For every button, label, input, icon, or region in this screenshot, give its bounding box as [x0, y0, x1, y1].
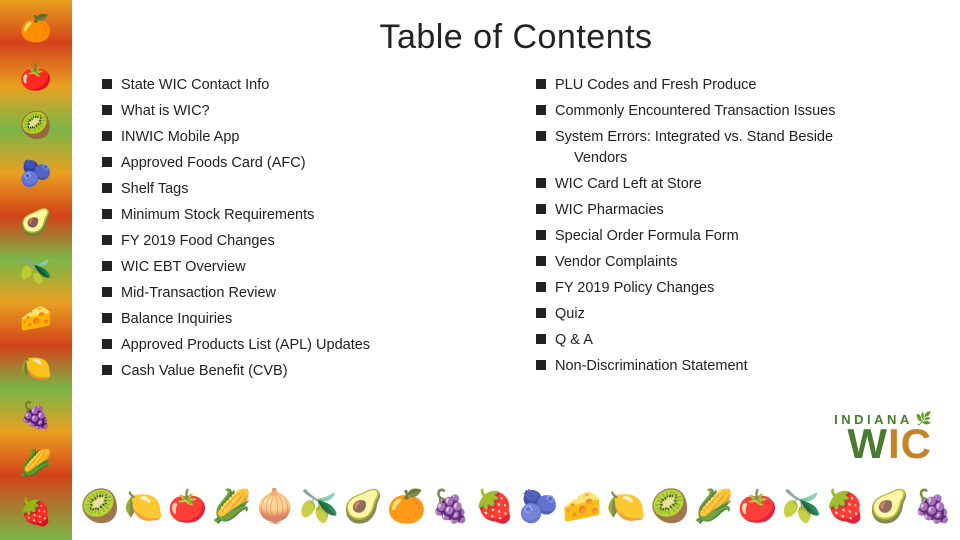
bottom-food-16: 🍅 [738, 487, 778, 525]
bottom-food-2: 🍋 [124, 487, 164, 525]
right-toc-list: PLU Codes and Fresh Produce Commonly Enc… [536, 75, 930, 377]
right-column: PLU Codes and Fresh Produce Commonly Enc… [536, 75, 930, 382]
bullet-icon [102, 209, 112, 219]
bottom-food-5: 🧅 [255, 487, 295, 525]
food-border-left: 🍊 🍅 🥝 🫐 🥑 🫒 🧀 🍋 🍇 🌽 🍓 [0, 0, 72, 540]
bullet-icon [102, 339, 112, 349]
food-icon-2: 🍅 [7, 55, 65, 99]
food-icon-9: 🍇 [7, 393, 65, 437]
bottom-food-7: 🥑 [343, 487, 383, 525]
bullet-icon [102, 261, 112, 271]
bottom-food-13: 🍋 [606, 487, 646, 525]
list-item-food-changes: FY 2019 Food Changes [102, 231, 496, 252]
bullet-icon [102, 131, 112, 141]
list-item: System Errors: Integrated vs. Stand Besi… [536, 127, 930, 169]
list-item: Mid-Transaction Review [102, 283, 496, 304]
bullet-icon [536, 308, 546, 318]
food-icon-11: 🍓 [7, 490, 65, 534]
bullet-icon [102, 287, 112, 297]
bullet-icon [102, 79, 112, 89]
bullet-icon [536, 105, 546, 115]
bottom-food-9: 🍇 [431, 487, 471, 525]
bullet-icon [102, 235, 112, 245]
bottom-food-18: 🍓 [825, 487, 865, 525]
food-icons-left: 🍊 🍅 🥝 🫐 🥑 🫒 🧀 🍋 🍇 🌽 🍓 [0, 0, 72, 540]
bullet-icon [536, 360, 546, 370]
bottom-food-8: 🍊 [387, 487, 427, 525]
list-item: Balance Inquiries [102, 309, 496, 330]
food-icon-4: 🫐 [7, 151, 65, 195]
list-item-shelf-tags: Shelf Tags [102, 179, 496, 200]
bottom-food-15: 🌽 [694, 487, 734, 525]
list-item: PLU Codes and Fresh Produce [536, 75, 930, 96]
page-title: Table of Contents [102, 18, 930, 57]
list-item: Minimum Stock Requirements [102, 205, 496, 226]
bullet-icon [102, 105, 112, 115]
main-content: Table of Contents State WIC Contact Info… [72, 0, 960, 472]
list-item-policy-changes: FY 2019 Policy Changes [536, 278, 930, 299]
bullet-icon [536, 334, 546, 344]
bullet-icon [536, 79, 546, 89]
bullet-icon [536, 131, 546, 141]
bullet-icon [536, 178, 546, 188]
bottom-food-14: 🥝 [650, 487, 690, 525]
ic-letters: IC [888, 423, 932, 465]
bottom-food-10: 🍓 [475, 487, 515, 525]
bottom-food-1: 🥝 [80, 487, 120, 525]
list-item: State WIC Contact Info [102, 75, 496, 96]
bottom-food-17: 🫒 [782, 487, 822, 525]
list-item: WIC Card Left at Store [536, 174, 930, 195]
food-icon-8: 🍋 [7, 345, 65, 389]
food-border-bottom: 🥝 🍋 🍅 🌽 🧅 🫒 🥑 🍊 🍇 🍓 🫐 🧀 🍋 🥝 🌽 🍅 🫒 🍓 🥑 🍇 [72, 472, 960, 540]
list-item: Approved Products List (APL) Updates [102, 335, 496, 356]
bullet-icon [536, 256, 546, 266]
list-item: Cash Value Benefit (CVB) [102, 361, 496, 382]
bullet-icon [536, 282, 546, 292]
bullet-icon [102, 365, 112, 375]
bullet-icon [102, 313, 112, 323]
w-letter: W [847, 423, 888, 465]
left-toc-list: State WIC Contact Info What is WIC? INWI… [102, 75, 496, 382]
food-icon-1: 🍊 [7, 6, 65, 50]
list-item: Approved Foods Card (AFC) [102, 153, 496, 174]
food-icon-3: 🥝 [7, 103, 65, 147]
list-item-vendor-complaints: Vendor Complaints [536, 252, 930, 273]
toc-columns: State WIC Contact Info What is WIC? INWI… [102, 75, 930, 387]
list-item: What is WIC? [102, 101, 496, 122]
wic-text-wrapper: W IC [847, 423, 932, 465]
bottom-food-20: 🍇 [913, 487, 953, 525]
food-icon-6: 🫒 [7, 248, 65, 292]
bullet-icon [102, 157, 112, 167]
food-icon-7: 🧀 [7, 296, 65, 340]
list-item: Quiz [536, 304, 930, 325]
left-column: State WIC Contact Info What is WIC? INWI… [102, 75, 496, 387]
list-item: INWIC Mobile App [102, 127, 496, 148]
bullet-icon [536, 204, 546, 214]
indiana-wic-logo: INDIANA 🌿 W IC [834, 411, 932, 465]
bottom-food-11: 🫐 [518, 487, 558, 525]
bullet-icon [102, 183, 112, 193]
bottom-food-6: 🫒 [299, 487, 339, 525]
bottom-food-4: 🌽 [212, 487, 252, 525]
list-item: WIC EBT Overview [102, 257, 496, 278]
list-item: Q & A [536, 330, 930, 351]
list-item-transaction-issues: Commonly Encountered Transaction Issues [536, 101, 930, 122]
bullet-icon [536, 230, 546, 240]
list-item: WIC Pharmacies [536, 200, 930, 221]
food-icon-10: 🌽 [7, 441, 65, 485]
bottom-food-12: 🧀 [562, 487, 602, 525]
bottom-food-19: 🥑 [869, 487, 909, 525]
list-item: Non-Discrimination Statement [536, 356, 930, 377]
food-icon-5: 🥑 [7, 200, 65, 244]
bottom-food-3: 🍅 [168, 487, 208, 525]
list-item: Special Order Formula Form [536, 226, 930, 247]
